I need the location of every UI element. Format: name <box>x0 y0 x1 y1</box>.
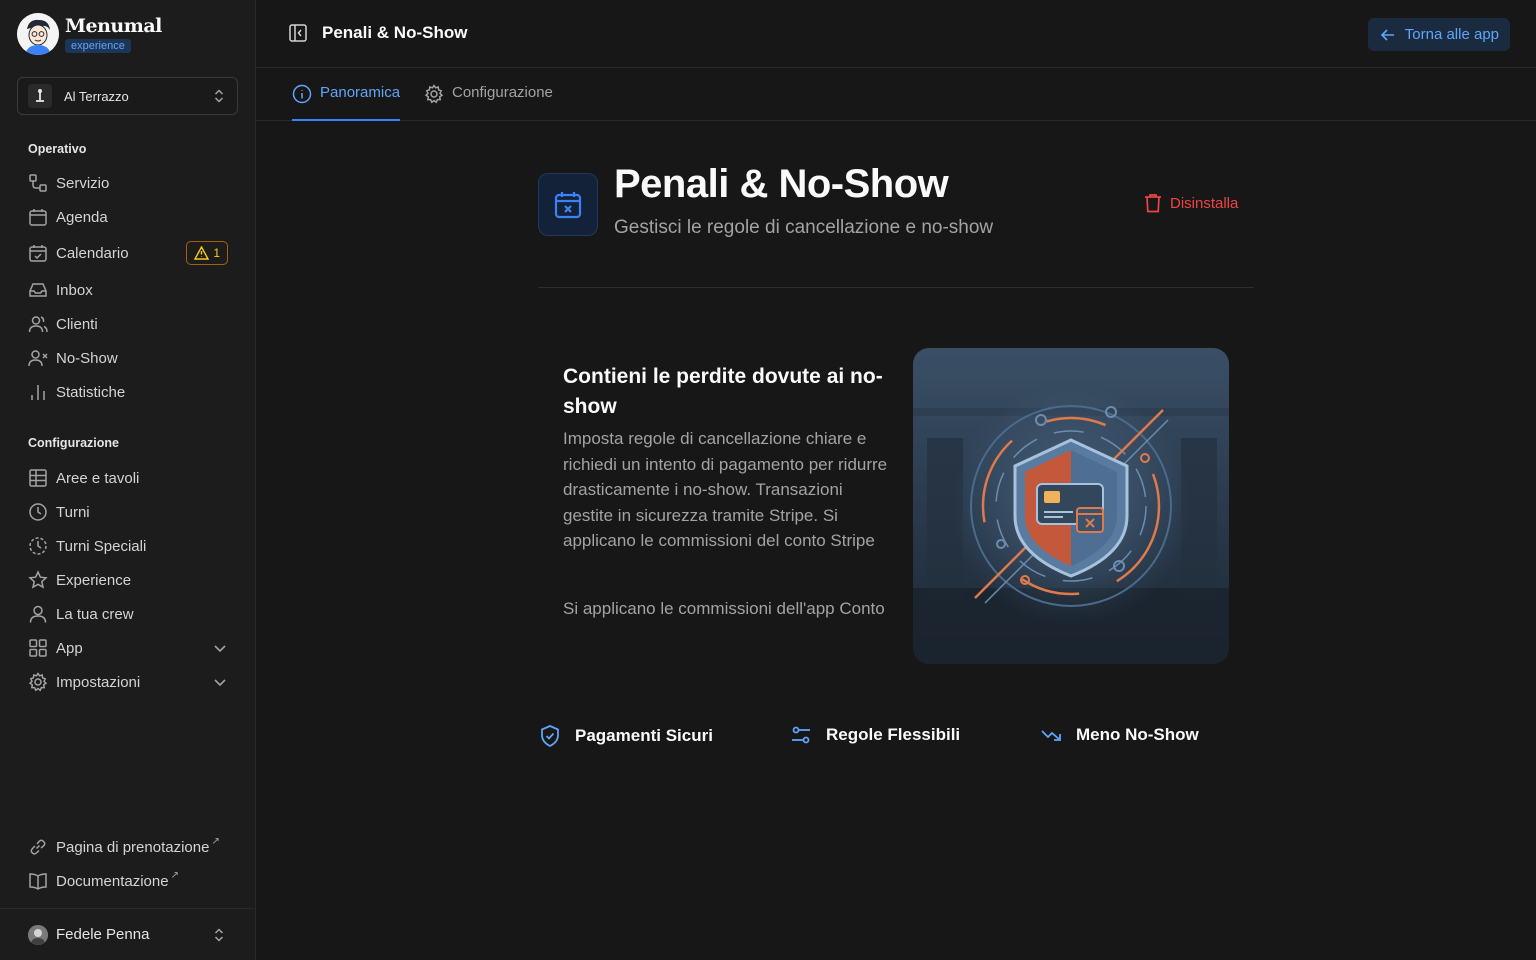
book-icon <box>28 871 48 891</box>
feature-description: Imposta regole di cancellazione chiare e… <box>563 429 888 551</box>
sidebar-item-experience[interactable]: Experience <box>28 565 228 595</box>
shield-check-icon <box>539 724 561 748</box>
app-calendar-x-icon <box>538 173 598 236</box>
sidebar-item-inbox[interactable]: Inbox <box>28 275 228 305</box>
venue-selector[interactable]: Al Terrazzo <box>17 77 238 115</box>
info-icon <box>292 84 312 104</box>
arrow-left-icon <box>1379 26 1397 44</box>
calendar-check-icon <box>28 243 48 263</box>
brand-name: Menumal <box>65 15 162 37</box>
feature-heading: Contieni le perdite dovute ai no-show <box>563 365 883 418</box>
app-title: Penali & No-Show <box>614 162 949 206</box>
sidebar-item-crew[interactable]: La tua crew <box>28 599 228 629</box>
sidebar-link-prenotazione[interactable]: Pagina di prenotazione ↗ <box>28 832 238 862</box>
sidebar: Menumal experience Al Terrazzo Operativo… <box>0 0 256 960</box>
sidebar-item-impostazioni[interactable]: Impostazioni <box>28 667 228 697</box>
app-subtitle: Gestisci le regole di cancellazione e no… <box>614 217 994 238</box>
gear-icon <box>424 84 444 104</box>
sidebar-item-no-show[interactable]: No-Show <box>28 343 228 373</box>
brand-badge: experience <box>65 39 131 53</box>
perk-regole-flessibili: Regole Flessibili <box>790 724 960 746</box>
alert-triangle-icon <box>194 246 210 260</box>
venue-logo <box>28 84 52 108</box>
chevrons-up-down-icon <box>211 927 227 943</box>
section-operativo: Operativo <box>28 142 87 156</box>
chevrons-up-down-icon <box>211 88 227 104</box>
clock-icon <box>28 502 48 522</box>
calendar-icon <box>28 207 48 227</box>
user-menu[interactable]: Fedele Penna <box>0 908 255 960</box>
grid-icon <box>28 638 48 658</box>
workflow-icon <box>28 173 48 193</box>
sliders-icon <box>790 724 812 746</box>
user-x-icon <box>28 348 48 368</box>
trending-down-icon <box>1040 724 1062 746</box>
brand[interactable]: Menumal experience <box>17 13 162 55</box>
bar-chart-icon <box>28 382 48 402</box>
sidebar-link-documentazione[interactable]: Documentazione ↗ <box>28 866 228 896</box>
external-link-icon: ↗ <box>211 836 220 847</box>
user-name: Fedele Penna <box>56 926 150 943</box>
sidebar-item-app[interactable]: App <box>28 633 228 663</box>
feature-note: Si applicano le commissioni dell'app Con… <box>563 599 885 618</box>
sidebar-toggle-icon[interactable] <box>288 23 308 43</box>
user-avatar <box>28 924 48 945</box>
link-icon <box>28 837 48 857</box>
sidebar-item-calendario[interactable]: Calendario 1 <box>28 238 228 268</box>
tab-panoramica[interactable]: Panoramica <box>292 83 401 121</box>
sidebar-item-statistiche[interactable]: Statistiche <box>28 377 228 407</box>
tab-configurazione[interactable]: Configurazione <box>424 83 553 121</box>
clock-dashed-icon <box>28 536 48 556</box>
star-icon <box>28 570 48 590</box>
perk-meno-no-show: Meno No-Show <box>1040 724 1199 746</box>
perk-pagamenti-sicuri: Pagamenti Sicuri <box>539 724 713 748</box>
sidebar-item-clienti[interactable]: Clienti <box>28 309 228 339</box>
user-icon <box>28 604 48 624</box>
venue-name: Al Terrazzo <box>64 88 129 104</box>
uninstall-button[interactable]: Disinstalla <box>1144 193 1238 213</box>
sidebar-item-aree-tavoli[interactable]: Aree e tavoli <box>28 463 228 493</box>
table-icon <box>28 468 48 488</box>
brand-avatar <box>17 13 59 55</box>
chevron-down-icon[interactable] <box>212 674 228 690</box>
back-to-apps-button[interactable]: Torna alle app <box>1367 18 1510 51</box>
content-divider <box>538 287 1254 288</box>
hero-illustration <box>913 348 1229 664</box>
gear-icon <box>28 672 48 692</box>
users-icon <box>28 314 48 334</box>
inbox-icon <box>28 280 48 300</box>
sidebar-item-turni-speciali[interactable]: Turni Speciali <box>28 531 228 561</box>
calendar-warning-badge[interactable]: 1 <box>186 241 228 265</box>
sidebar-item-servizio[interactable]: Servizio <box>28 168 228 198</box>
chevron-down-icon[interactable] <box>212 640 228 656</box>
section-configurazione: Configurazione <box>28 436 119 450</box>
page-title: Penali & No-Show <box>322 23 468 42</box>
external-link-icon: ↗ <box>170 870 179 881</box>
sidebar-item-turni[interactable]: Turni <box>28 497 228 527</box>
sidebar-item-agenda[interactable]: Agenda <box>28 202 228 232</box>
trash-icon <box>1144 193 1162 213</box>
